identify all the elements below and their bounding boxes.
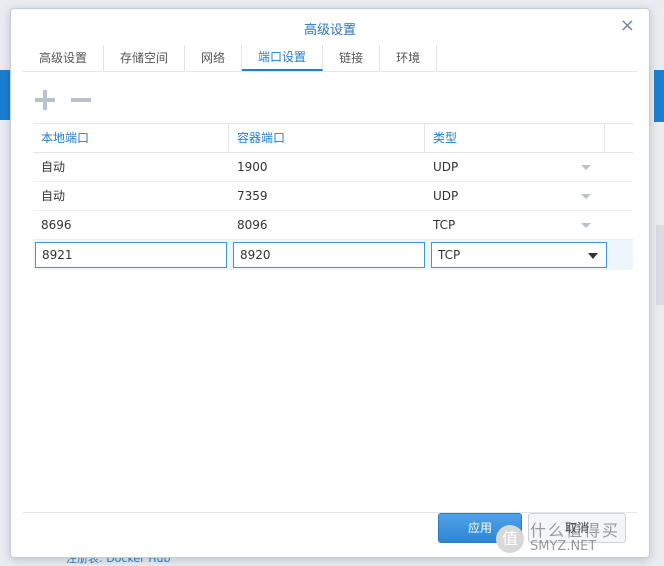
background-app-strip-left bbox=[0, 70, 10, 120]
watermark-domain: SMYZ.NET bbox=[530, 539, 597, 554]
close-icon[interactable]: × bbox=[620, 15, 635, 36]
tab-network[interactable]: 网络 bbox=[185, 45, 243, 71]
header-container-port[interactable]: 容器端口 bbox=[229, 124, 425, 152]
local-port-cell: 8696 bbox=[41, 218, 72, 232]
table-row[interactable]: 自动 1900 UDP bbox=[33, 153, 633, 182]
type-value: UDP bbox=[433, 189, 459, 203]
chevron-down-icon[interactable] bbox=[581, 223, 591, 228]
tab-storage[interactable]: 存储空间 bbox=[104, 45, 186, 71]
container-port-cell: 7359 bbox=[237, 189, 268, 203]
container-port-input[interactable]: 8920 bbox=[233, 242, 425, 268]
container-port-cell: 8096 bbox=[237, 218, 268, 232]
type-value: TCP bbox=[433, 218, 456, 232]
local-port-cell: 自动 bbox=[41, 189, 66, 203]
tab-environment[interactable]: 环境 bbox=[380, 45, 438, 71]
type-cell[interactable]: UDP bbox=[425, 153, 605, 181]
table-row-editing: 8921 8920 TCP bbox=[33, 240, 633, 270]
header-local-port[interactable]: 本地端口 bbox=[33, 124, 229, 152]
port-toolbar bbox=[33, 89, 93, 111]
advanced-settings-dialog: 高级设置 × 高级设置 存储空间 网络 端口设置 链接 环境 本地端口 容器端口… bbox=[10, 8, 650, 558]
type-value: UDP bbox=[433, 160, 459, 174]
watermark-title: 什么值得买 bbox=[530, 521, 621, 540]
tab-port-settings[interactable]: 端口设置 bbox=[242, 45, 324, 71]
background-app-strip-right bbox=[654, 70, 664, 122]
type-cell[interactable]: UDP bbox=[425, 182, 605, 210]
tab-divider bbox=[23, 71, 637, 72]
type-select[interactable]: TCP bbox=[431, 242, 607, 268]
table-row[interactable]: 8696 8096 TCP bbox=[33, 211, 633, 240]
table-row[interactable]: 自动 7359 UDP bbox=[33, 182, 633, 211]
type-cell[interactable]: TCP bbox=[425, 211, 605, 239]
local-port-cell: 自动 bbox=[41, 160, 66, 174]
type-select-value: TCP bbox=[438, 248, 461, 262]
container-port-cell: 1900 bbox=[237, 160, 268, 174]
chevron-down-icon[interactable] bbox=[581, 194, 591, 199]
chevron-down-icon[interactable] bbox=[588, 253, 598, 259]
table-header: 本地端口 容器端口 类型 bbox=[33, 123, 633, 153]
watermark: 值 什么值得买 SMYZ.NET bbox=[496, 516, 664, 562]
remove-port-button[interactable] bbox=[69, 89, 93, 111]
tab-links[interactable]: 链接 bbox=[323, 45, 381, 71]
background-app-panel bbox=[656, 225, 664, 305]
add-port-button[interactable] bbox=[33, 89, 57, 111]
local-port-input[interactable]: 8921 bbox=[35, 242, 227, 268]
tab-bar: 高级设置 存储空间 网络 端口设置 链接 环境 bbox=[23, 43, 637, 71]
chevron-down-icon[interactable] bbox=[581, 165, 591, 170]
tab-advanced-settings[interactable]: 高级设置 bbox=[23, 45, 105, 71]
dialog-title: 高级设置 bbox=[303, 23, 356, 38]
watermark-text: 什么值得买 SMYZ.NET bbox=[530, 523, 620, 555]
watermark-logo-icon: 值 bbox=[496, 525, 524, 553]
header-type[interactable]: 类型 bbox=[425, 124, 605, 152]
header-spacer bbox=[605, 124, 633, 152]
port-table: 本地端口 容器端口 类型 自动 1900 UDP 自动 7359 UDP 869… bbox=[33, 123, 633, 270]
